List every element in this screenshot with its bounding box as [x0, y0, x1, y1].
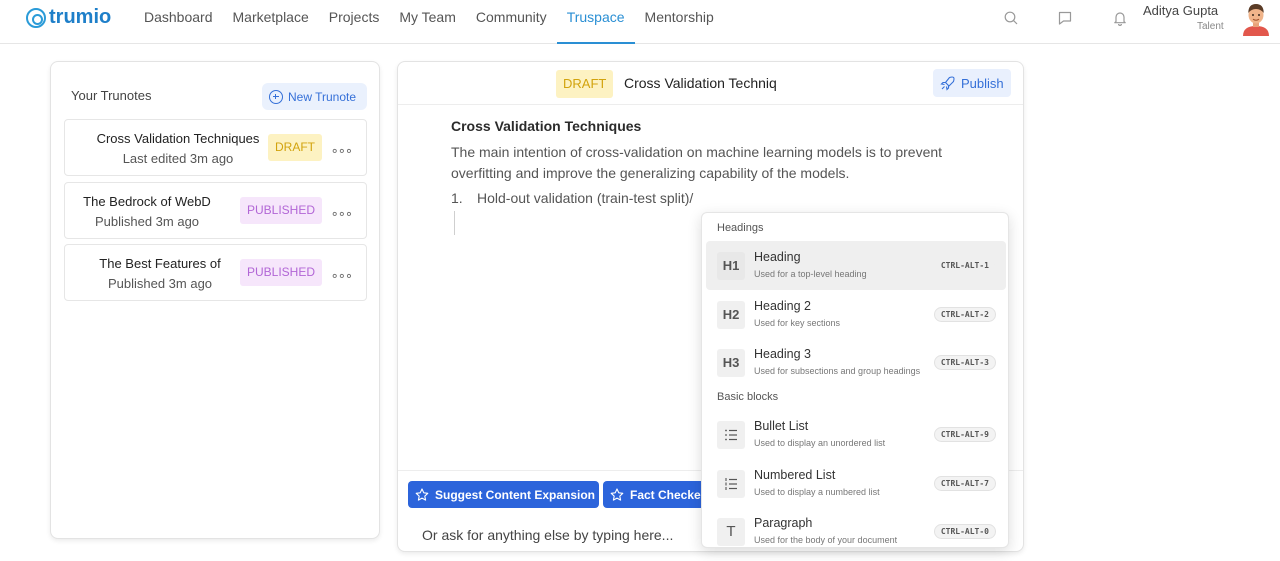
publish-button[interactable]: Publish: [933, 69, 1011, 97]
paragraph-icon: T: [717, 518, 745, 546]
doc-paragraph[interactable]: The main intention of cross-validation o…: [451, 142, 991, 184]
menu-item-description: Used to display an unordered list: [754, 438, 886, 448]
trunote-title: The Best Features of: [99, 256, 221, 271]
shortcut-badge: CTRL-ALT-9: [933, 427, 996, 442]
shortcut-badge: CTRL-ALT-3: [933, 355, 996, 370]
slash-command-menu: Headings H1 Heading Used for a top-level…: [701, 212, 1009, 548]
shortcut-badge: CTRL-ALT-7: [933, 476, 996, 491]
menu-item-label: Heading 3: [754, 347, 811, 361]
menu-item-heading-3[interactable]: H3 Heading 3 Used for subsections and gr…: [706, 338, 1006, 387]
heading-3-icon: H3: [717, 349, 745, 377]
trunote-card[interactable]: The Bedrock of WebD Published 3m ago PUB…: [64, 182, 367, 239]
numbered-list-icon: [717, 470, 745, 498]
status-badge: DRAFT: [268, 134, 322, 161]
menu-item-label: Numbered List: [754, 468, 836, 482]
trunote-card[interactable]: Cross Validation Techniques Last edited …: [64, 119, 367, 176]
list-number: 1.: [451, 190, 463, 206]
main-nav: Dashboard Marketplace Projects My Team C…: [144, 0, 724, 44]
user-name[interactable]: Aditya Gupta: [1143, 3, 1218, 18]
search-icon[interactable]: [1003, 10, 1019, 26]
brand-name: trumio: [49, 6, 112, 28]
user-role: Talent: [1197, 21, 1224, 32]
trumio-logo[interactable]: trumio: [26, 6, 111, 29]
menu-item-description: Used for subsections and group headings: [754, 366, 921, 376]
shortcut-badge: CTRL-ALT-1: [933, 258, 996, 273]
nav-truspace[interactable]: Truspace: [556, 0, 635, 44]
status-badge: PUBLISHED: [240, 259, 323, 286]
doc-heading[interactable]: Cross Validation Techniques: [451, 118, 991, 134]
empty-block-cursor: [454, 211, 455, 235]
bullet-list-icon: [717, 421, 745, 449]
menu-item-heading-2[interactable]: H2 Heading 2 Used for key sections CTRL-…: [706, 290, 1006, 339]
nav-community[interactable]: Community: [466, 0, 557, 44]
nav-dashboard[interactable]: Dashboard: [144, 0, 223, 44]
list-item-text: Hold-out validation (train-test split)/: [477, 190, 694, 206]
trunote-meta: Last edited 3m ago: [122, 151, 234, 166]
avatar[interactable]: [1240, 2, 1272, 36]
heading-1-icon: H1: [717, 252, 745, 280]
publish-label: Publish: [961, 75, 1004, 91]
menu-item-paragraph[interactable]: T Paragraph Used for the body of your do…: [706, 507, 1006, 547]
trunote-title: The Bedrock of WebD: [83, 194, 211, 209]
trunote-card[interactable]: The Best Features of Published 3m ago PU…: [64, 244, 367, 301]
plus-circle-icon: [269, 89, 283, 104]
menu-item-bullet-list[interactable]: Bullet List Used to display an unordered…: [706, 410, 1006, 459]
menu-section-title: Basic blocks: [717, 391, 779, 403]
suggest-content-expansion-button[interactable]: Suggest Content Expansion: [408, 481, 599, 508]
list-item[interactable]: 1. Hold-out validation (train-test split)…: [451, 188, 991, 209]
new-trunote-label: New Trunote: [288, 89, 357, 104]
fact-checker-label: Fact Checker: [630, 487, 706, 502]
status-badge: PUBLISHED: [240, 197, 323, 224]
trunotes-panel: Your Trunotes New Trunote Cross Validati…: [50, 61, 380, 539]
menu-item-label: Paragraph: [754, 516, 813, 530]
shortcut-badge: CTRL-ALT-0: [933, 524, 996, 539]
menu-section-title: Headings: [717, 222, 764, 234]
more-options-icon[interactable]: ∘∘∘: [331, 268, 353, 284]
star-icon: [610, 487, 624, 501]
menu-item-heading-1[interactable]: H1 Heading Used for a top-level heading …: [706, 241, 1006, 290]
document-content[interactable]: Cross Validation Techniques The main int…: [451, 118, 991, 209]
draft-badge: DRAFT: [556, 70, 614, 98]
rocket-icon: [940, 76, 955, 91]
note-title-input[interactable]: Cross Validation Techniques: [624, 75, 776, 91]
menu-item-numbered-list[interactable]: Numbered List Used to display a numbered…: [706, 459, 1006, 508]
nav-mentorship[interactable]: Mentorship: [635, 0, 724, 44]
menu-item-label: Heading: [754, 250, 801, 264]
nav-my-team[interactable]: My Team: [389, 0, 466, 44]
bell-icon[interactable]: [1112, 10, 1128, 26]
star-icon: [415, 487, 429, 501]
editor-header: DRAFT Cross Validation Techniques Publis…: [398, 62, 1023, 105]
more-options-icon[interactable]: ∘∘∘: [331, 143, 353, 159]
ai-prompt-input[interactable]: Or ask for anything else by typing here.…: [422, 527, 673, 543]
panel-title: Your Trunotes: [71, 88, 152, 103]
menu-item-description: Used for key sections: [754, 318, 841, 328]
nav-projects[interactable]: Projects: [319, 0, 390, 44]
menu-item-description: Used to display a numbered list: [754, 487, 880, 497]
fact-checker-button[interactable]: Fact Checker: [603, 481, 708, 508]
menu-item-description: Used for a top-level heading: [754, 269, 867, 279]
nav-marketplace[interactable]: Marketplace: [223, 0, 319, 44]
menu-item-description: Used for the body of your document: [754, 535, 898, 545]
new-trunote-button[interactable]: New Trunote: [262, 83, 367, 110]
menu-item-label: Bullet List: [754, 419, 809, 433]
top-navigation: trumio Dashboard Marketplace Projects My…: [0, 0, 1280, 44]
menu-item-label: Heading 2: [754, 299, 811, 313]
more-options-icon[interactable]: ∘∘∘: [331, 206, 353, 222]
chat-icon[interactable]: [1057, 10, 1073, 26]
trunote-meta: Published 3m ago: [107, 276, 213, 291]
trunote-meta: Published 3m ago: [94, 214, 200, 229]
logo-mark-icon: [26, 7, 46, 28]
trunote-title: Cross Validation Techniques: [96, 131, 260, 146]
suggest-content-expansion-label: Suggest Content Expansion: [435, 487, 596, 502]
heading-2-icon: H2: [717, 301, 745, 329]
shortcut-badge: CTRL-ALT-2: [933, 307, 996, 322]
